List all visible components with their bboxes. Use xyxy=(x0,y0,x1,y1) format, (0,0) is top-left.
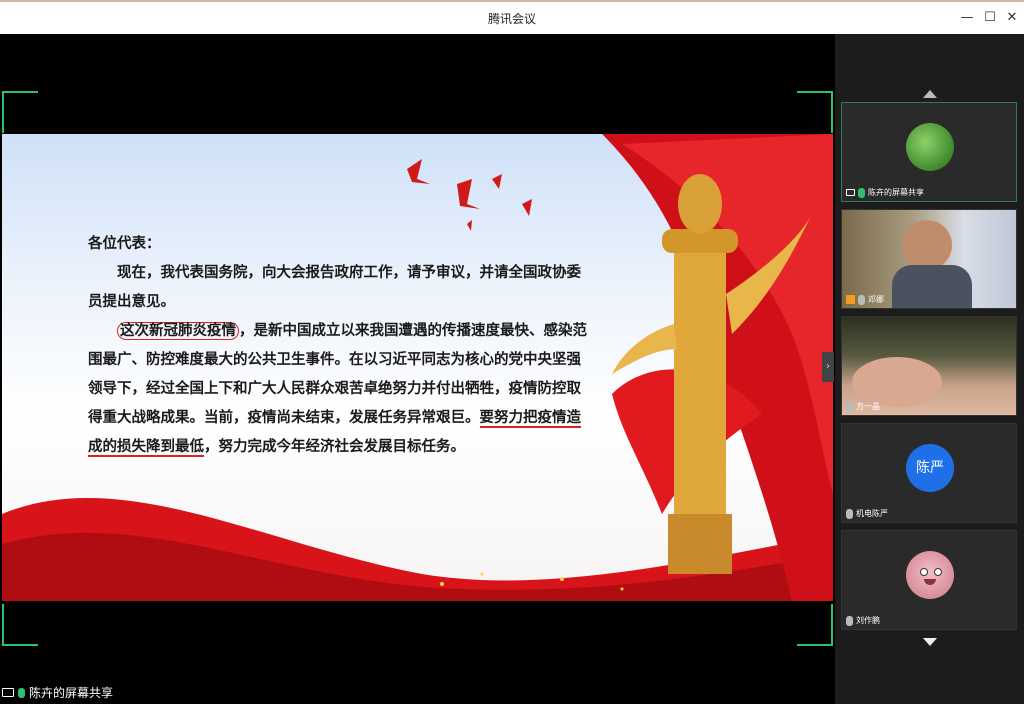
participant-label: 陈卉的屏幕共享 xyxy=(846,187,924,198)
avatar xyxy=(906,123,954,171)
user-icon xyxy=(846,295,855,304)
frame-corner-bottom-left xyxy=(2,604,38,646)
mic-muted-icon xyxy=(846,615,853,626)
avatar-eye xyxy=(934,568,942,576)
mic-muted-icon xyxy=(846,401,853,412)
screen-share-icon xyxy=(846,189,855,196)
slide-paragraph-1: 现在，我代表国务院，向大会报告政府工作，请予审议，并请全国政协委员提出意见。 xyxy=(88,265,581,310)
participant-name: 陈卉的屏幕共享 xyxy=(868,188,924,197)
participant-label: 刘作鹏 xyxy=(846,615,880,626)
close-icon[interactable]: ✕ xyxy=(1003,9,1021,27)
frame-corner-top-right xyxy=(797,91,833,133)
participant-name: 邓娜 xyxy=(868,295,884,304)
participant-sidebar: 陈卉的屏幕共享 邓娜 方一晶 陈严 机电陈严 刘作鹏 xyxy=(835,34,1024,704)
avatar-mouth xyxy=(924,579,936,585)
frame-corner-bottom-right xyxy=(797,604,833,646)
video-person-head xyxy=(902,220,952,270)
slide-paragraph-2-part2: ，努力完成今年经济社会发展目标任务。 xyxy=(204,439,465,455)
presentation-slide: 各位代表： 现在，我代表国务院，向大会报告政府工作，请予审议，并请全国政协委员提… xyxy=(2,134,833,601)
video-person-body xyxy=(892,265,972,308)
participant-name: 机电陈严 xyxy=(856,509,888,518)
participant-tile[interactable]: 陈严 机电陈严 xyxy=(841,423,1017,523)
mic-muted-icon xyxy=(846,508,853,519)
maximize-icon[interactable]: ☐ xyxy=(981,9,999,27)
frame-corner-top-left xyxy=(2,91,38,133)
slide-body-text: 各位代表： 现在，我代表国务院，向大会报告政府工作，请予审议，并请全国政协委员提… xyxy=(88,230,588,462)
annotation-circle-highlight: 这次新冠肺炎疫情 xyxy=(117,322,239,340)
window-title: 腾讯会议 xyxy=(487,12,536,26)
participant-label: 邓娜 xyxy=(846,294,884,305)
video-person-face xyxy=(852,357,942,407)
participant-name: 方一晶 xyxy=(856,402,880,411)
participant-tile[interactable]: 邓娜 xyxy=(841,209,1017,309)
mic-muted-icon xyxy=(858,294,865,305)
participant-label: 机电陈严 xyxy=(846,508,888,519)
mic-on-icon xyxy=(858,187,865,198)
participant-name: 刘作鹏 xyxy=(856,616,880,625)
participant-tile[interactable]: 陈卉的屏幕共享 xyxy=(841,102,1017,202)
scroll-up-icon[interactable] xyxy=(923,90,937,98)
avatar-eye xyxy=(920,568,928,576)
screen-share-icon xyxy=(2,688,14,697)
avatar xyxy=(906,551,954,599)
share-status-text: 陈卉的屏幕共享 xyxy=(29,686,114,700)
participant-label: 方一晶 xyxy=(846,401,880,412)
slide-greeting: 各位代表： xyxy=(88,236,161,252)
avatar-initials: 陈严 xyxy=(906,444,954,492)
shared-screen-area: 各位代表： 现在，我代表国务院，向大会报告政府工作，请予审议，并请全国政协委员提… xyxy=(2,34,833,704)
participant-tile[interactable]: 刘作鹏 xyxy=(841,530,1017,630)
share-status-label: 陈卉的屏幕共享 xyxy=(2,684,113,701)
participant-tile[interactable]: 方一晶 xyxy=(841,316,1017,416)
minimize-icon[interactable]: — xyxy=(958,9,976,27)
slide-paragraph-2: 这次新冠肺炎疫情 ，是新中国成立以来我国遭遇的传播速度最快、感染范围最广、防控难度… xyxy=(88,317,588,462)
collapse-sidebar-icon[interactable]: › xyxy=(822,352,834,382)
mic-on-icon xyxy=(18,687,25,698)
scroll-down-icon[interactable] xyxy=(923,638,937,646)
title-bar: 腾讯会议 — ☐ ✕ xyxy=(0,0,1024,34)
